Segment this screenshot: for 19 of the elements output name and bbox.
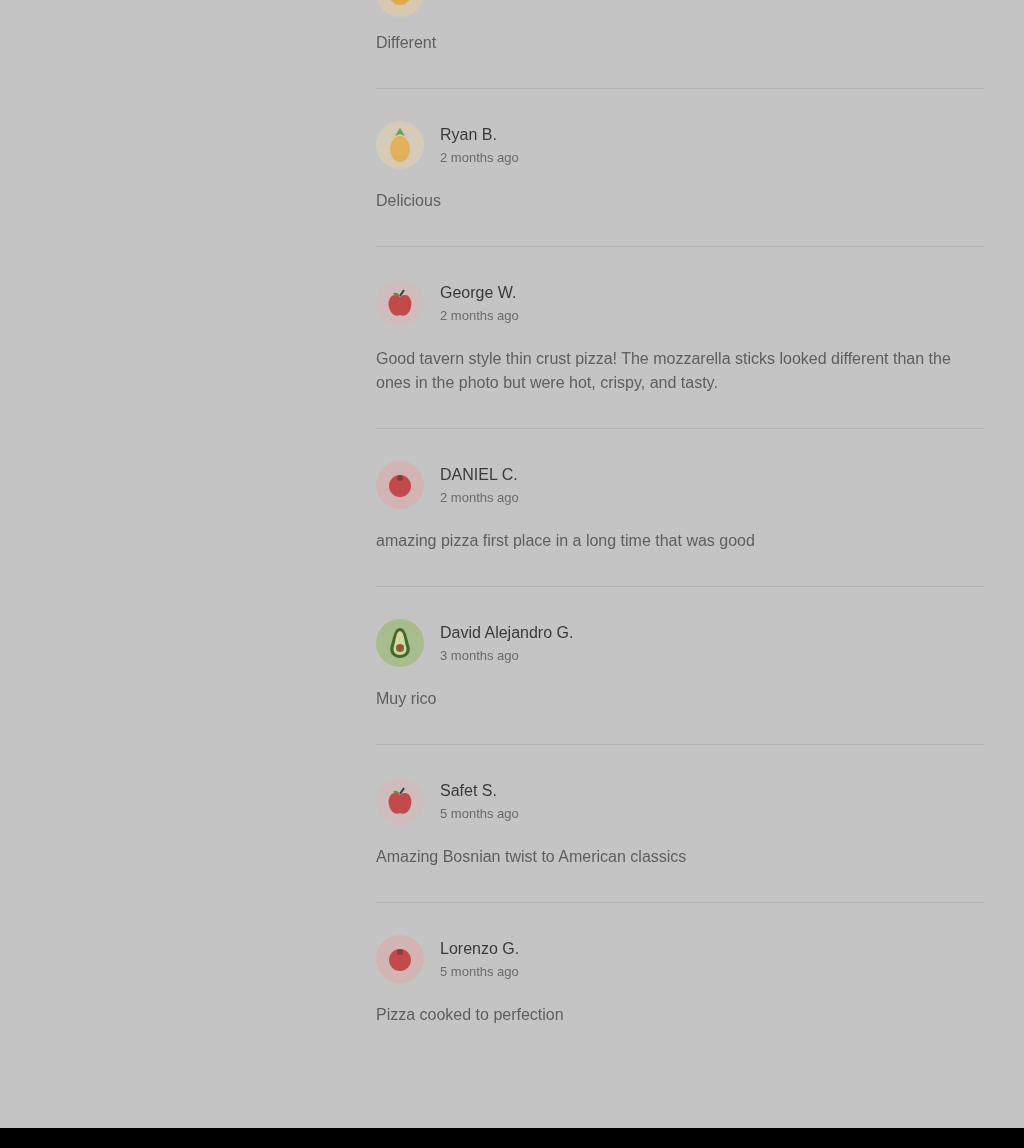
- review-text: Muy rico: [376, 689, 438, 709]
- review-text: Amazing Bosnian twist to American classics: [376, 847, 688, 867]
- reviewer-name: DANIEL C.: [440, 464, 519, 485]
- review-time: 2 months ago: [440, 488, 519, 507]
- reviewer-name: George W.: [440, 282, 518, 303]
- review-time: 2 months ago: [440, 148, 519, 167]
- review-text: amazing pizza first place in a long time that was good: [376, 531, 756, 551]
- review-time: 5 months ago: [440, 804, 519, 823]
- review-time: 3 months ago: [440, 646, 520, 665]
- review-time: 5 months ago: [440, 962, 520, 981]
- reviewer-name: Ryan B.: [440, 124, 498, 145]
- reviewer-name: David Alejandro G.: [440, 622, 574, 643]
- review-text: Different: [376, 33, 438, 53]
- review-text: Delicious: [376, 191, 442, 211]
- review-text: Pizza cooked to perfection: [376, 1005, 565, 1025]
- reviewer-name: Safet S.: [440, 780, 498, 801]
- review-time: 2 months ago: [440, 306, 519, 325]
- review-text: Good tavern style thin crust pizza! The mozzarella sticks looked different than the ones in the photo but were hot, crispy, and tasty.: [376, 349, 952, 393]
- reviewer-name: Lorenzo G.: [440, 938, 520, 959]
